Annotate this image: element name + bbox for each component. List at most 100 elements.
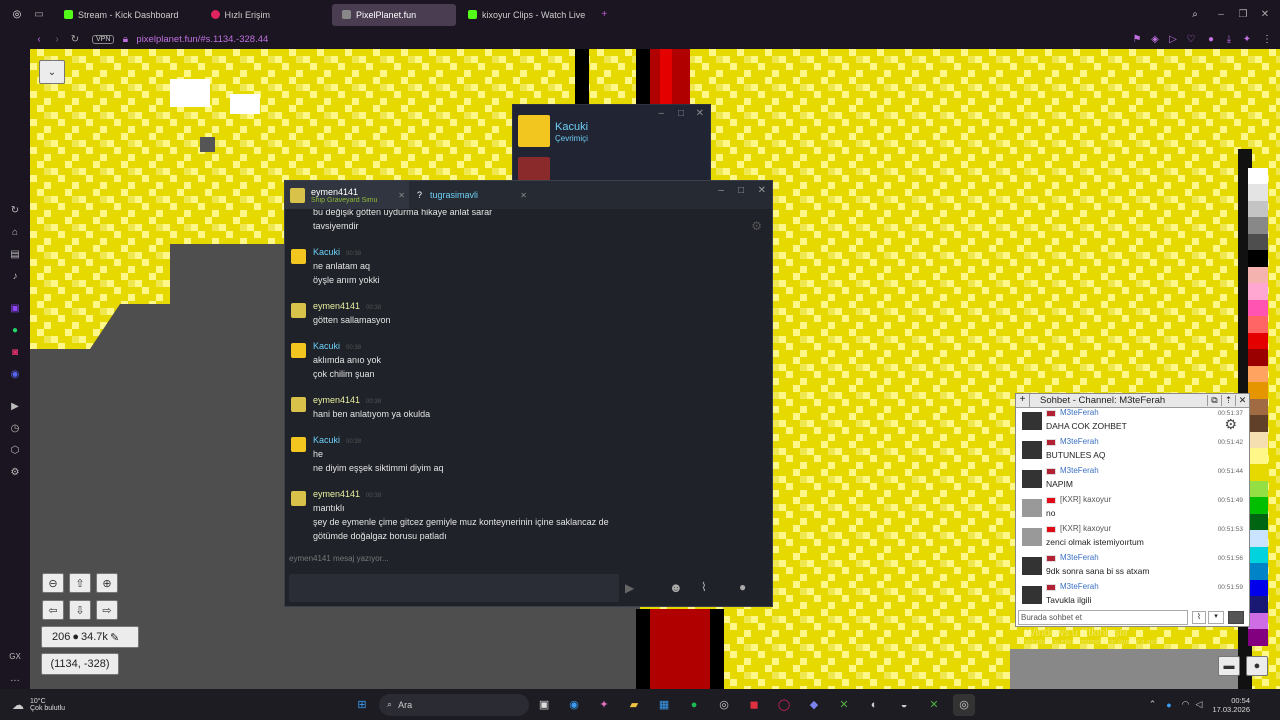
explorer-icon[interactable]: ▰ bbox=[623, 694, 645, 716]
palette-swatch[interactable] bbox=[1248, 365, 1268, 383]
chat-username[interactable]: [KXR] kaxoyur bbox=[1060, 524, 1111, 533]
cube-icon[interactable]: ⬡ bbox=[8, 443, 22, 457]
palette-swatch[interactable] bbox=[1248, 513, 1268, 531]
shield-icon[interactable]: ◈ bbox=[1148, 32, 1162, 46]
task-view-icon[interactable]: ▣ bbox=[533, 694, 555, 716]
copilot-icon[interactable]: ✦ bbox=[593, 694, 615, 716]
message-sender[interactable]: Kacuki 00:38 bbox=[313, 435, 361, 445]
move-right-button[interactable]: ⇨ bbox=[96, 600, 118, 620]
emoji-icon[interactable]: ☻ bbox=[669, 580, 683, 595]
palette-swatch[interactable] bbox=[1248, 415, 1268, 432]
chat-username[interactable]: M3teFerah bbox=[1060, 437, 1099, 446]
close-icon[interactable]: ✕ bbox=[758, 185, 766, 196]
palette-swatch[interactable] bbox=[1248, 530, 1268, 547]
help-button[interactable]: ● bbox=[1246, 656, 1268, 676]
move-down-button[interactable]: ⇩ bbox=[69, 600, 91, 620]
dropdown-icon[interactable]: ▾ bbox=[1208, 611, 1224, 624]
chat-tab-eymen[interactable]: eymen4141 Ship Graveyard Simu ✕ bbox=[285, 181, 409, 209]
avatar[interactable] bbox=[291, 249, 306, 264]
steam-icon[interactable]: ◎ bbox=[713, 694, 735, 716]
music-icon[interactable]: ♪ bbox=[8, 269, 22, 283]
spotify-icon[interactable]: ● bbox=[683, 694, 705, 716]
menu-toggle-button[interactable]: ⌄ bbox=[39, 60, 65, 84]
heart-icon[interactable]: ♡ bbox=[1184, 32, 1198, 46]
palette-swatch[interactable] bbox=[1248, 480, 1268, 498]
forward-icon[interactable]: › bbox=[50, 32, 64, 46]
palette-swatch[interactable] bbox=[1248, 563, 1268, 580]
ai-icon[interactable]: ✦ bbox=[1240, 32, 1254, 46]
download-icon[interactable]: ⤓ bbox=[1222, 32, 1236, 46]
palette-swatch[interactable] bbox=[1248, 629, 1268, 646]
palette-swatch[interactable] bbox=[1248, 283, 1268, 300]
search-box[interactable]: ⌕ Ara bbox=[379, 693, 530, 716]
more-icon[interactable]: ⋮ bbox=[1260, 32, 1274, 46]
palette-swatch[interactable] bbox=[1248, 233, 1268, 251]
refresh-icon[interactable]: ↻ bbox=[8, 203, 22, 217]
avatar[interactable] bbox=[291, 303, 306, 318]
chat-username[interactable]: [KXR] kaxoyur bbox=[1060, 495, 1111, 504]
palette-swatch[interactable] bbox=[1248, 200, 1268, 218]
message-sender[interactable]: eymen4141 00:38 bbox=[313, 489, 381, 499]
message-sender[interactable]: Kacuki 00:38 bbox=[313, 247, 361, 257]
maximize-icon[interactable]: □ bbox=[738, 185, 744, 196]
palette-swatch[interactable] bbox=[1248, 464, 1268, 481]
palette-swatch[interactable] bbox=[1248, 184, 1268, 201]
coordinates-display[interactable]: (1134, -328) bbox=[41, 653, 119, 675]
palette-swatch[interactable] bbox=[1248, 546, 1268, 564]
profile-icon[interactable]: ● bbox=[1204, 32, 1218, 46]
avatar[interactable] bbox=[291, 343, 306, 358]
more-icon[interactable]: … bbox=[8, 671, 22, 685]
gx-icon[interactable]: GX bbox=[8, 649, 22, 663]
chat-input[interactable] bbox=[289, 574, 619, 602]
twitch-icon[interactable]: ▣ bbox=[8, 301, 22, 315]
wallet-icon[interactable]: ▤ bbox=[8, 247, 22, 261]
message-sender[interactable]: Kacuki 00:38 bbox=[313, 341, 361, 351]
app-icon[interactable]: ◼ bbox=[743, 694, 765, 716]
palette-swatch[interactable] bbox=[1248, 349, 1268, 366]
opera-icon[interactable]: ◯ bbox=[773, 694, 795, 716]
close-tab-icon[interactable]: ✕ bbox=[398, 191, 405, 200]
avatar[interactable] bbox=[291, 437, 306, 452]
weather-icon[interactable]: ☁ bbox=[12, 698, 24, 712]
move-up-button[interactable]: ⇧ bbox=[69, 573, 91, 593]
palette-swatch[interactable] bbox=[1248, 217, 1268, 234]
instagram-icon[interactable]: ◙ bbox=[8, 345, 22, 359]
app-icon[interactable]: ◒ bbox=[893, 694, 915, 716]
volume-icon[interactable]: ◁ bbox=[1196, 699, 1203, 710]
mic-icon[interactable]: ● bbox=[1166, 700, 1171, 710]
zoom-in-button[interactable]: ⊕ bbox=[96, 573, 118, 593]
tab-kick-dashboard[interactable]: Stream - Kick Dashboard bbox=[54, 4, 189, 26]
store-icon[interactable]: ▦ bbox=[653, 694, 675, 716]
send-button[interactable] bbox=[1228, 611, 1244, 624]
popout-icon[interactable]: ⧉ bbox=[1207, 395, 1221, 406]
palette-swatch[interactable] bbox=[1248, 382, 1268, 399]
avatar[interactable] bbox=[291, 491, 306, 506]
whatsapp-icon[interactable]: ● bbox=[8, 323, 22, 337]
reload-icon[interactable]: ↻ bbox=[68, 32, 82, 46]
palette-swatch[interactable] bbox=[1248, 431, 1268, 448]
palette-swatch[interactable] bbox=[1248, 596, 1268, 613]
close-icon[interactable]: ✕ bbox=[1258, 8, 1272, 22]
palette-swatch[interactable] bbox=[1248, 398, 1268, 416]
minimize-icon[interactable]: – bbox=[1214, 8, 1228, 22]
play-icon[interactable]: ▷ bbox=[1166, 32, 1180, 46]
message-sender[interactable]: eymen4141 00:38 bbox=[313, 395, 381, 405]
back-icon[interactable]: ‹ bbox=[32, 32, 46, 46]
extension-icon[interactable]: ⚑ bbox=[1130, 32, 1144, 46]
steam-icon[interactable]: ◎ bbox=[953, 693, 976, 716]
move-left-button[interactable]: ⇦ bbox=[42, 600, 64, 620]
palette-swatch[interactable] bbox=[1248, 447, 1268, 465]
palette-swatch[interactable] bbox=[1248, 168, 1268, 185]
maximize-icon[interactable]: ❐ bbox=[1236, 8, 1250, 22]
friend-avatar[interactable] bbox=[518, 115, 550, 147]
edge-icon[interactable]: ◉ bbox=[563, 694, 585, 716]
palette-swatch[interactable] bbox=[1248, 299, 1268, 317]
player-icon[interactable]: ▶ bbox=[8, 399, 22, 413]
palette-swatch[interactable] bbox=[1248, 497, 1268, 514]
weather-widget[interactable]: 10°C Çok bulutlu bbox=[30, 698, 65, 712]
maximize-icon[interactable]: □ bbox=[678, 108, 684, 119]
attach-icon[interactable]: ⌇ bbox=[701, 580, 707, 594]
app-icon[interactable]: ◐ bbox=[863, 694, 885, 716]
minimize-icon[interactable]: – bbox=[658, 108, 664, 119]
sidebar-toggle-icon[interactable]: ▭ bbox=[32, 8, 46, 22]
